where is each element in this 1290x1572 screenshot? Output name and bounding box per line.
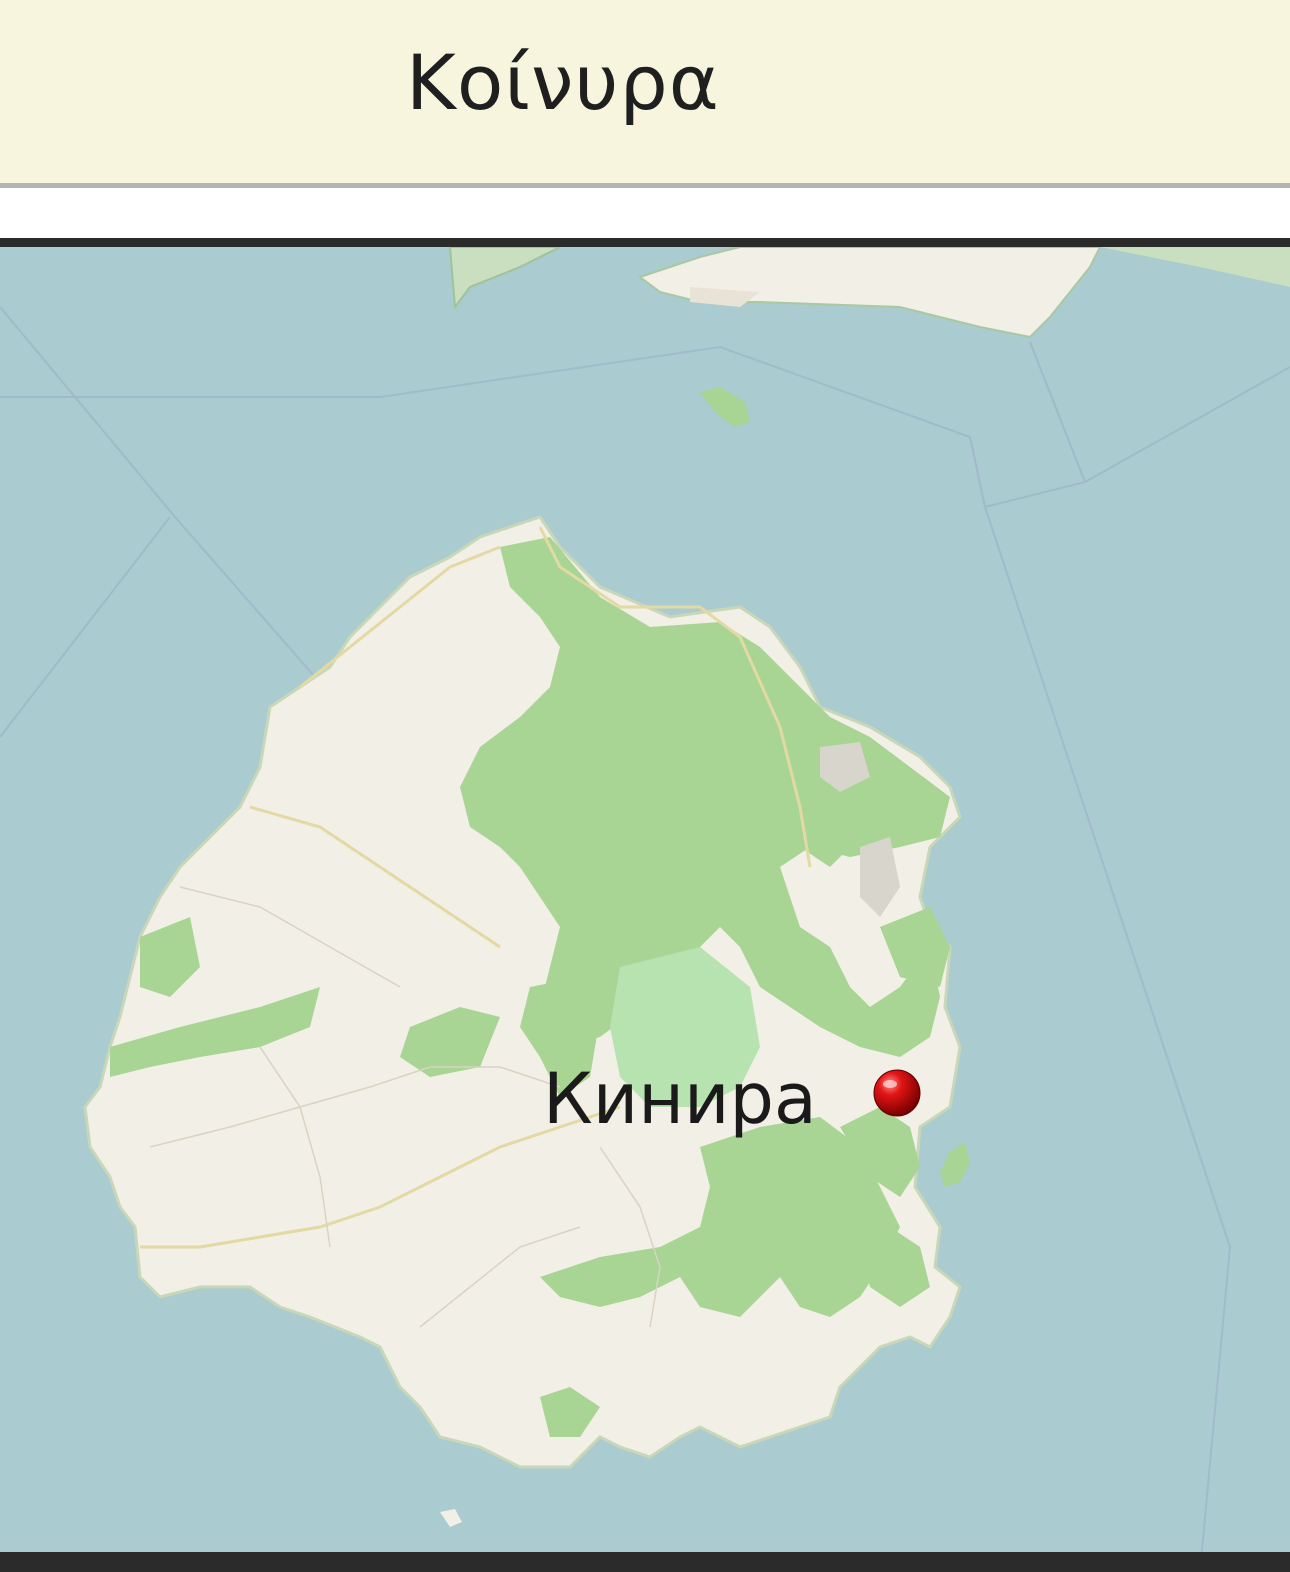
map-canvas [0, 247, 1290, 1572]
map-view[interactable] [0, 238, 1290, 1572]
header-bar: Κοίνυρα [0, 0, 1290, 188]
bottom-border [0, 1552, 1290, 1572]
red-pin-icon[interactable] [872, 1068, 922, 1118]
spacer [0, 188, 1290, 238]
place-label: Кинира [543, 1058, 817, 1140]
page-title: Κοίνυρα [406, 38, 720, 127]
